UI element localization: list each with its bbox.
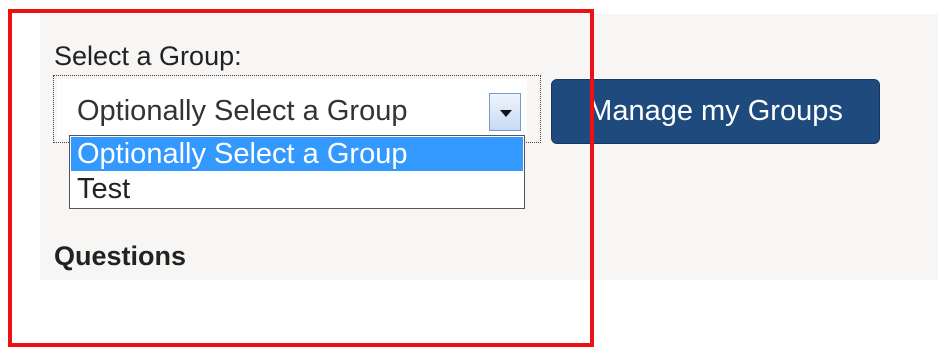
page: Select a Group: Optionally Select a Grou… xyxy=(0,0,938,347)
dropdown-option-optionally-select[interactable]: Optionally Select a Group xyxy=(71,137,523,171)
group-dropdown-list[interactable]: Optionally Select a Group Test xyxy=(69,135,525,209)
dropdown-option-test[interactable]: Test xyxy=(71,172,523,206)
select-group-label: Select a Group: xyxy=(54,41,242,71)
chevron-down-icon xyxy=(500,110,512,117)
group-select-value[interactable]: Optionally Select a Group xyxy=(77,93,407,129)
manage-my-groups-button[interactable]: Manage my Groups xyxy=(551,79,880,144)
questions-heading: Questions xyxy=(54,241,187,271)
dropdown-arrow-button[interactable] xyxy=(489,93,521,131)
